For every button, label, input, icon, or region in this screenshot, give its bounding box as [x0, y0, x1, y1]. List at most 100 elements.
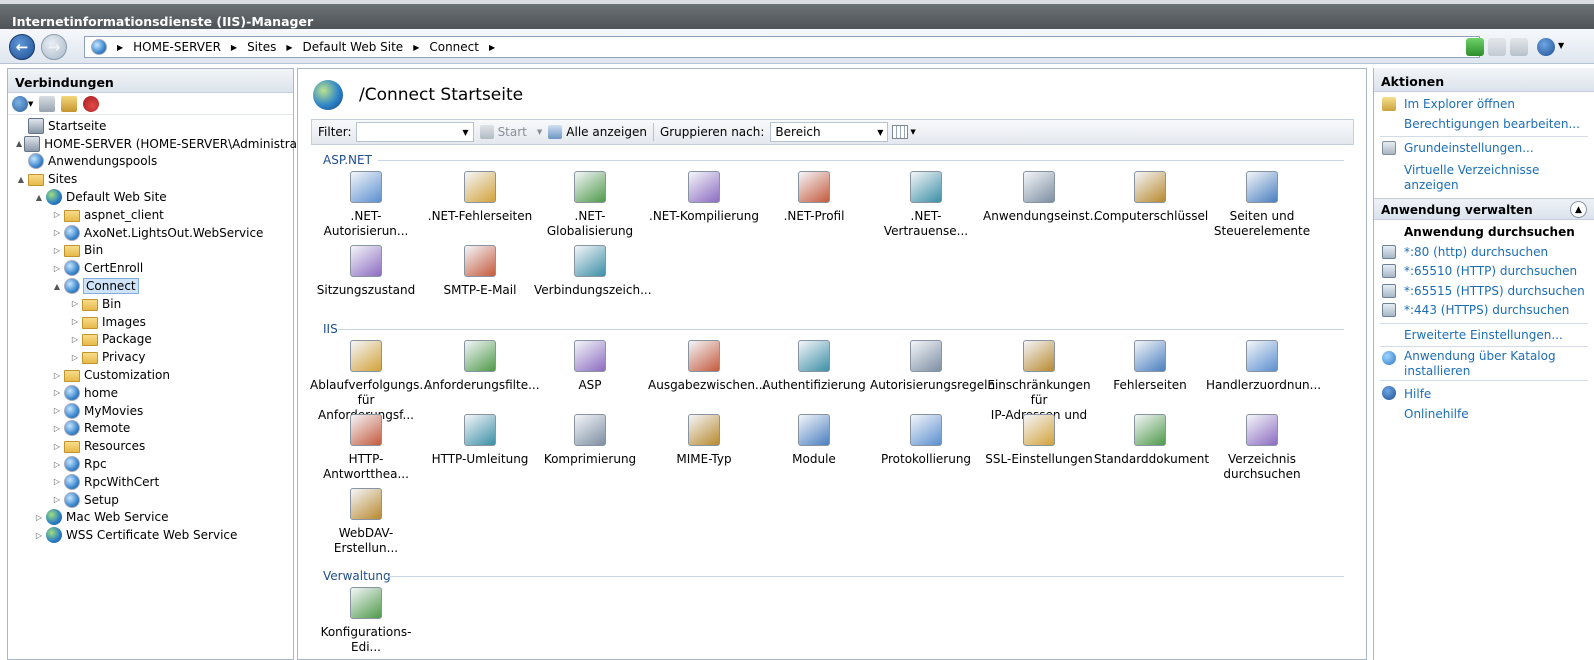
feature-handler-mappings[interactable]: Handlerzuordnun...: [1206, 340, 1321, 393]
feature-session-state[interactable]: Sitzungszustand: [310, 245, 422, 298]
feature-machine-key[interactable]: Computerschlüssel: [1094, 171, 1208, 224]
tree-node[interactable]: ▷ Resources: [8, 437, 293, 455]
feature-logging[interactable]: Protokollierung: [870, 414, 982, 467]
action-basic-settings[interactable]: Grundeinstellungen...: [1404, 141, 1534, 156]
connect-dropdown-icon[interactable]: ▼: [28, 100, 33, 108]
breadcrumb-home-server[interactable]: HOME-SERVER ▶: [133, 40, 247, 54]
expand-toggle-icon[interactable]: ▷: [34, 513, 44, 522]
forward-button[interactable]: →: [41, 34, 67, 60]
feature-net-globalization[interactable]: .NET-Globalisierung: [534, 171, 646, 239]
feature-mime-types[interactable]: MIME-Typ: [648, 414, 760, 467]
feature-compression[interactable]: Komprimierung: [534, 414, 646, 467]
filter-input[interactable]: ▼: [355, 122, 474, 142]
feature-modules[interactable]: Module: [758, 414, 870, 467]
expand-toggle-icon[interactable]: ▷: [70, 317, 80, 326]
expand-toggle-icon[interactable]: ▷: [52, 228, 62, 237]
tree-node[interactable]: ▷ RpcWithCert: [8, 473, 293, 491]
feature-http-redirect[interactable]: HTTP-Umleitung: [424, 414, 536, 467]
action-install-from-catalog[interactable]: Anwendung über Katalog installieren: [1404, 349, 1556, 379]
feature-request-filtering[interactable]: Anforderungsfilte...: [424, 340, 540, 393]
expand-toggle-icon[interactable]: ▷: [52, 442, 62, 451]
start-button[interactable]: Start ▼: [479, 125, 542, 139]
feature-asp[interactable]: ASP: [534, 340, 646, 393]
feature-net-authorization[interactable]: .NET-Autorisierun...: [310, 171, 422, 239]
expand-toggle-icon[interactable]: ▷: [34, 531, 44, 540]
tree-node[interactable]: ▲ Default Web Site: [8, 188, 293, 206]
feature-net-error-pages[interactable]: .NET-Fehlerseiten: [424, 171, 536, 224]
action-view-virtual-directories[interactable]: Virtuelle Verzeichnisse anzeigen: [1404, 163, 1539, 193]
expand-toggle-icon[interactable]: ▷: [52, 388, 62, 397]
expand-toggle-icon[interactable]: ▲: [34, 193, 44, 202]
view-mode-icon[interactable]: [892, 125, 909, 139]
feature-ssl-settings[interactable]: SSL-Einstellungen: [983, 414, 1095, 467]
expand-toggle-icon[interactable]: ▲: [52, 282, 62, 291]
tree-node[interactable]: ▷ Customization: [8, 366, 293, 384]
feature-failed-request-tracing[interactable]: Ablaufverfolgungs... für Anforderungsf..…: [310, 340, 431, 423]
feature-configuration-editor[interactable]: Konfigurations-Edi...: [310, 587, 422, 655]
feature-app-settings[interactable]: Anwendungseinst...: [983, 171, 1101, 224]
feature-directory-browsing[interactable]: Verzeichnis durchsuchen: [1206, 414, 1318, 482]
expand-toggle-icon[interactable]: ▷: [52, 406, 62, 415]
breadcrumb-separator-icon[interactable]: ▶: [489, 43, 495, 52]
expand-toggle-icon[interactable]: ▷: [52, 424, 62, 433]
feature-http-response-headers[interactable]: HTTP-Antwortthea...: [310, 414, 422, 482]
breadcrumb-connect[interactable]: Connect ▶: [429, 40, 505, 54]
tree-node[interactable]: ▷ WSS Certificate Web Service: [8, 526, 293, 544]
expand-toggle-icon[interactable]: ▷: [70, 353, 80, 362]
expand-toggle-icon[interactable]: ▷: [52, 371, 62, 380]
action-browse-80[interactable]: *:80 (http) durchsuchen: [1404, 245, 1548, 260]
action-advanced-settings[interactable]: Erweiterte Einstellungen...: [1404, 328, 1563, 343]
tree-node[interactable]: ▷ Privacy: [8, 348, 293, 366]
breadcrumb-sites[interactable]: Sites ▶: [247, 40, 302, 54]
feature-authorization-rules[interactable]: Autorisierungsregeln: [870, 340, 995, 393]
feature-smtp-mail[interactable]: SMTP-E-Mail: [424, 245, 536, 298]
expand-toggle-icon[interactable]: ▷: [52, 210, 62, 219]
tree-node[interactable]: ▲ Sites: [8, 170, 293, 188]
tree-node[interactable]: ▷ Package: [8, 331, 293, 349]
stop-icon[interactable]: [1488, 38, 1506, 56]
expand-toggle-icon[interactable]: ▲: [16, 175, 26, 184]
breadcrumb-separator-icon[interactable]: ▶: [413, 43, 419, 52]
tree-node[interactable]: ▷ home: [8, 384, 293, 402]
refresh-icon[interactable]: [1466, 38, 1484, 56]
back-button[interactable]: ←: [9, 34, 35, 60]
feature-output-caching[interactable]: Ausgabezwischen...: [648, 340, 766, 393]
action-online-help[interactable]: Onlinehilfe: [1404, 407, 1469, 422]
expand-toggle-icon[interactable]: ▷: [70, 335, 80, 344]
feature-pages-controls[interactable]: Seiten und Steuerelemente: [1206, 171, 1318, 239]
help-dropdown-icon[interactable]: ▼: [1558, 41, 1564, 50]
tree-node[interactable]: ▷ Bin: [8, 295, 293, 313]
collapse-icon[interactable]: ▲: [1570, 201, 1587, 218]
view-mode-dropdown-icon[interactable]: ▼: [910, 128, 915, 136]
save-icon[interactable]: [39, 95, 56, 112]
feature-authentication[interactable]: Authentifizierung: [758, 340, 870, 393]
expand-toggle-icon[interactable]: ▷: [70, 299, 80, 308]
tree-node[interactable]: Startseite: [8, 117, 293, 135]
tree-node[interactable]: ▷ aspnet_client: [8, 206, 293, 224]
expand-toggle-icon[interactable]: ▲: [16, 139, 22, 148]
action-browse-443[interactable]: *:443 (HTTPS) durchsuchen: [1404, 303, 1569, 318]
expand-toggle-icon[interactable]: ▷: [52, 246, 62, 255]
up-folder-icon[interactable]: [61, 95, 78, 112]
action-open-explorer[interactable]: Im Explorer öffnen: [1404, 97, 1515, 112]
expand-toggle-icon[interactable]: ▷: [52, 495, 62, 504]
feature-net-compilation[interactable]: .NET-Kompilierung: [648, 171, 760, 224]
expand-toggle-icon[interactable]: ▷: [52, 264, 62, 273]
tree-node[interactable]: ▷ Rpc: [8, 455, 293, 473]
breadcrumb-separator-icon[interactable]: ▶: [231, 43, 237, 52]
tree-node[interactable]: ▷ Bin: [8, 242, 293, 260]
action-browse-65515[interactable]: *:65515 (HTTPS) durchsuchen: [1404, 284, 1585, 299]
tree-node[interactable]: ▷ AxoNet.LightsOut.WebService: [8, 224, 293, 242]
disconnect-icon[interactable]: [83, 95, 100, 112]
help-icon[interactable]: [1537, 38, 1555, 56]
action-help[interactable]: Hilfe: [1404, 387, 1431, 402]
feature-error-pages[interactable]: Fehlerseiten: [1094, 340, 1206, 393]
tree-node[interactable]: Anwendungspools: [8, 153, 293, 171]
address-bar[interactable]: ▶ HOME-SERVER ▶ Sites ▶ Default Web Site ▶ …: [84, 36, 1480, 58]
expand-toggle-icon[interactable]: ▷: [52, 477, 62, 486]
breadcrumb-root-separator[interactable]: ▶: [117, 43, 133, 52]
feature-net-trust[interactable]: .NET-Vertrauense...: [870, 171, 982, 239]
breadcrumb-default-web-site[interactable]: Default Web Site ▶: [303, 40, 430, 54]
feature-net-profile[interactable]: .NET-Profil: [758, 171, 870, 224]
tree-node[interactable]: ▷ Mac Web Service: [8, 509, 293, 527]
